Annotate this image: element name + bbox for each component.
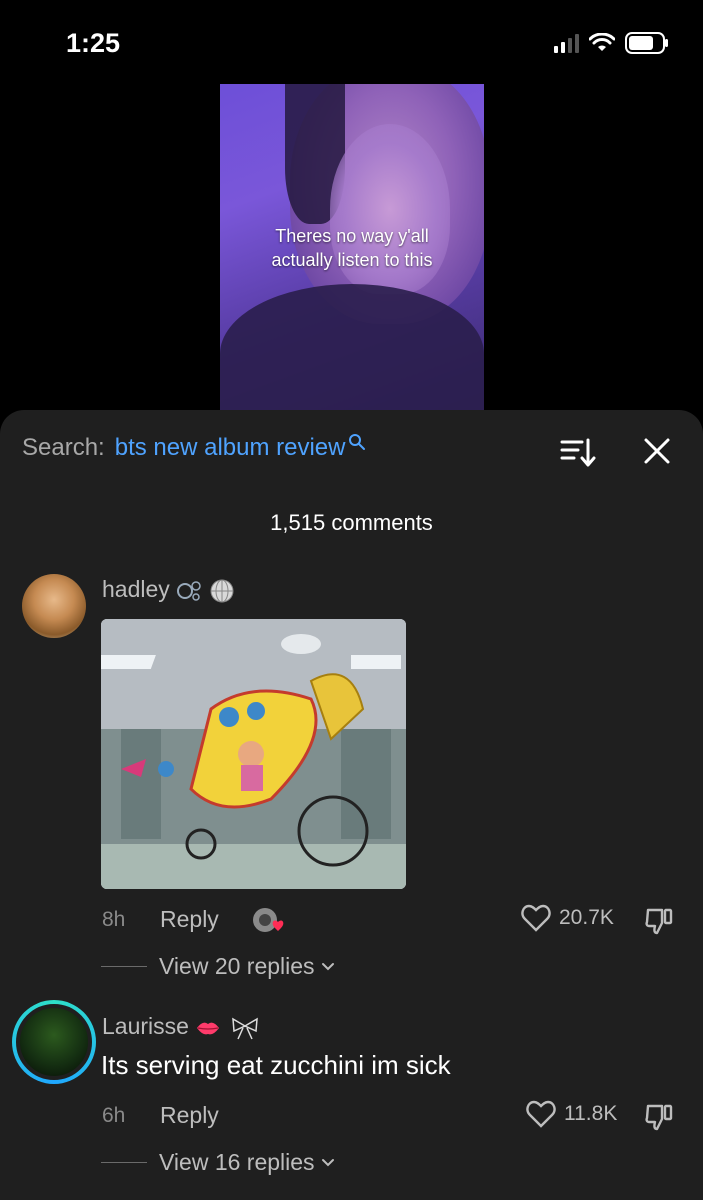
search-icon [349,434,366,450]
comment-count: 1,515 comments [270,510,433,535]
view-replies-label: View 20 replies [159,953,315,979]
sort-icon[interactable] [560,436,596,468]
status-bar: 1:25 [0,0,703,84]
view-replies-button[interactable]: View 16 replies [101,1149,335,1176]
comment-text: Its serving eat zucchini im sick [101,1050,451,1080]
heart-icon [521,904,551,932]
view-replies-button[interactable]: View 20 replies [101,953,335,980]
like-button[interactable]: 20.7K [521,904,614,932]
video-caption-line2: actually listen to this [271,250,433,270]
video-caption-line1: Theres no way y'all [275,226,429,246]
bow-emoji-icon [231,1017,258,1040]
comment-gif-image[interactable] [101,619,406,889]
dislike-icon[interactable] [644,1102,674,1132]
wifi-icon [589,33,615,51]
reply-button[interactable]: Reply [160,1102,219,1129]
like-count: 20.7K [559,906,614,929]
disco-ball-emoji-icon [210,579,234,603]
replies-divider [101,966,147,967]
video-player[interactable]: Theres no way y'all actually listen to t… [220,84,484,412]
chevron-down-icon [321,1158,334,1166]
comment-username[interactable]: Laurisse [102,1013,262,1040]
bubbles-emoji-icon [177,581,201,601]
battery-icon [625,32,668,54]
replies-divider [101,1162,147,1163]
avatar [16,1004,92,1080]
avatar-story-ring[interactable] [12,1000,96,1084]
view-replies-label: View 16 replies [159,1149,315,1175]
video-caption: Theres no way y'all actually listen to t… [220,224,484,272]
close-icon[interactable] [640,434,674,468]
signal-icon [554,33,579,53]
search-query-link[interactable]: bts new album review [115,434,346,462]
heart-icon [526,1100,556,1128]
dislike-icon[interactable] [644,906,674,936]
username-text: hadley [102,576,170,602]
search-label: Search: [22,434,105,461]
like-count: 11.8K [564,1102,618,1125]
username-text: Laurisse [102,1013,189,1039]
creator-liked-icon [253,908,284,932]
comments-sheet: Search: bts new album review 1,515 comme… [0,410,703,1200]
comment-time: 8h [102,908,126,931]
comment-time: 6h [102,1104,126,1127]
video-frame-shirt [220,284,484,412]
comment-username[interactable]: hadley [102,576,235,604]
reply-button[interactable]: Reply [160,906,219,933]
avatar[interactable] [22,574,86,638]
chevron-down-icon [321,962,334,970]
search-suggestion[interactable]: Search: bts new album review [22,434,366,462]
status-icons [554,32,669,54]
status-time: 1:25 [66,28,121,58]
like-button[interactable]: 11.8K [526,1100,617,1128]
lips-emoji-icon [197,1022,220,1035]
